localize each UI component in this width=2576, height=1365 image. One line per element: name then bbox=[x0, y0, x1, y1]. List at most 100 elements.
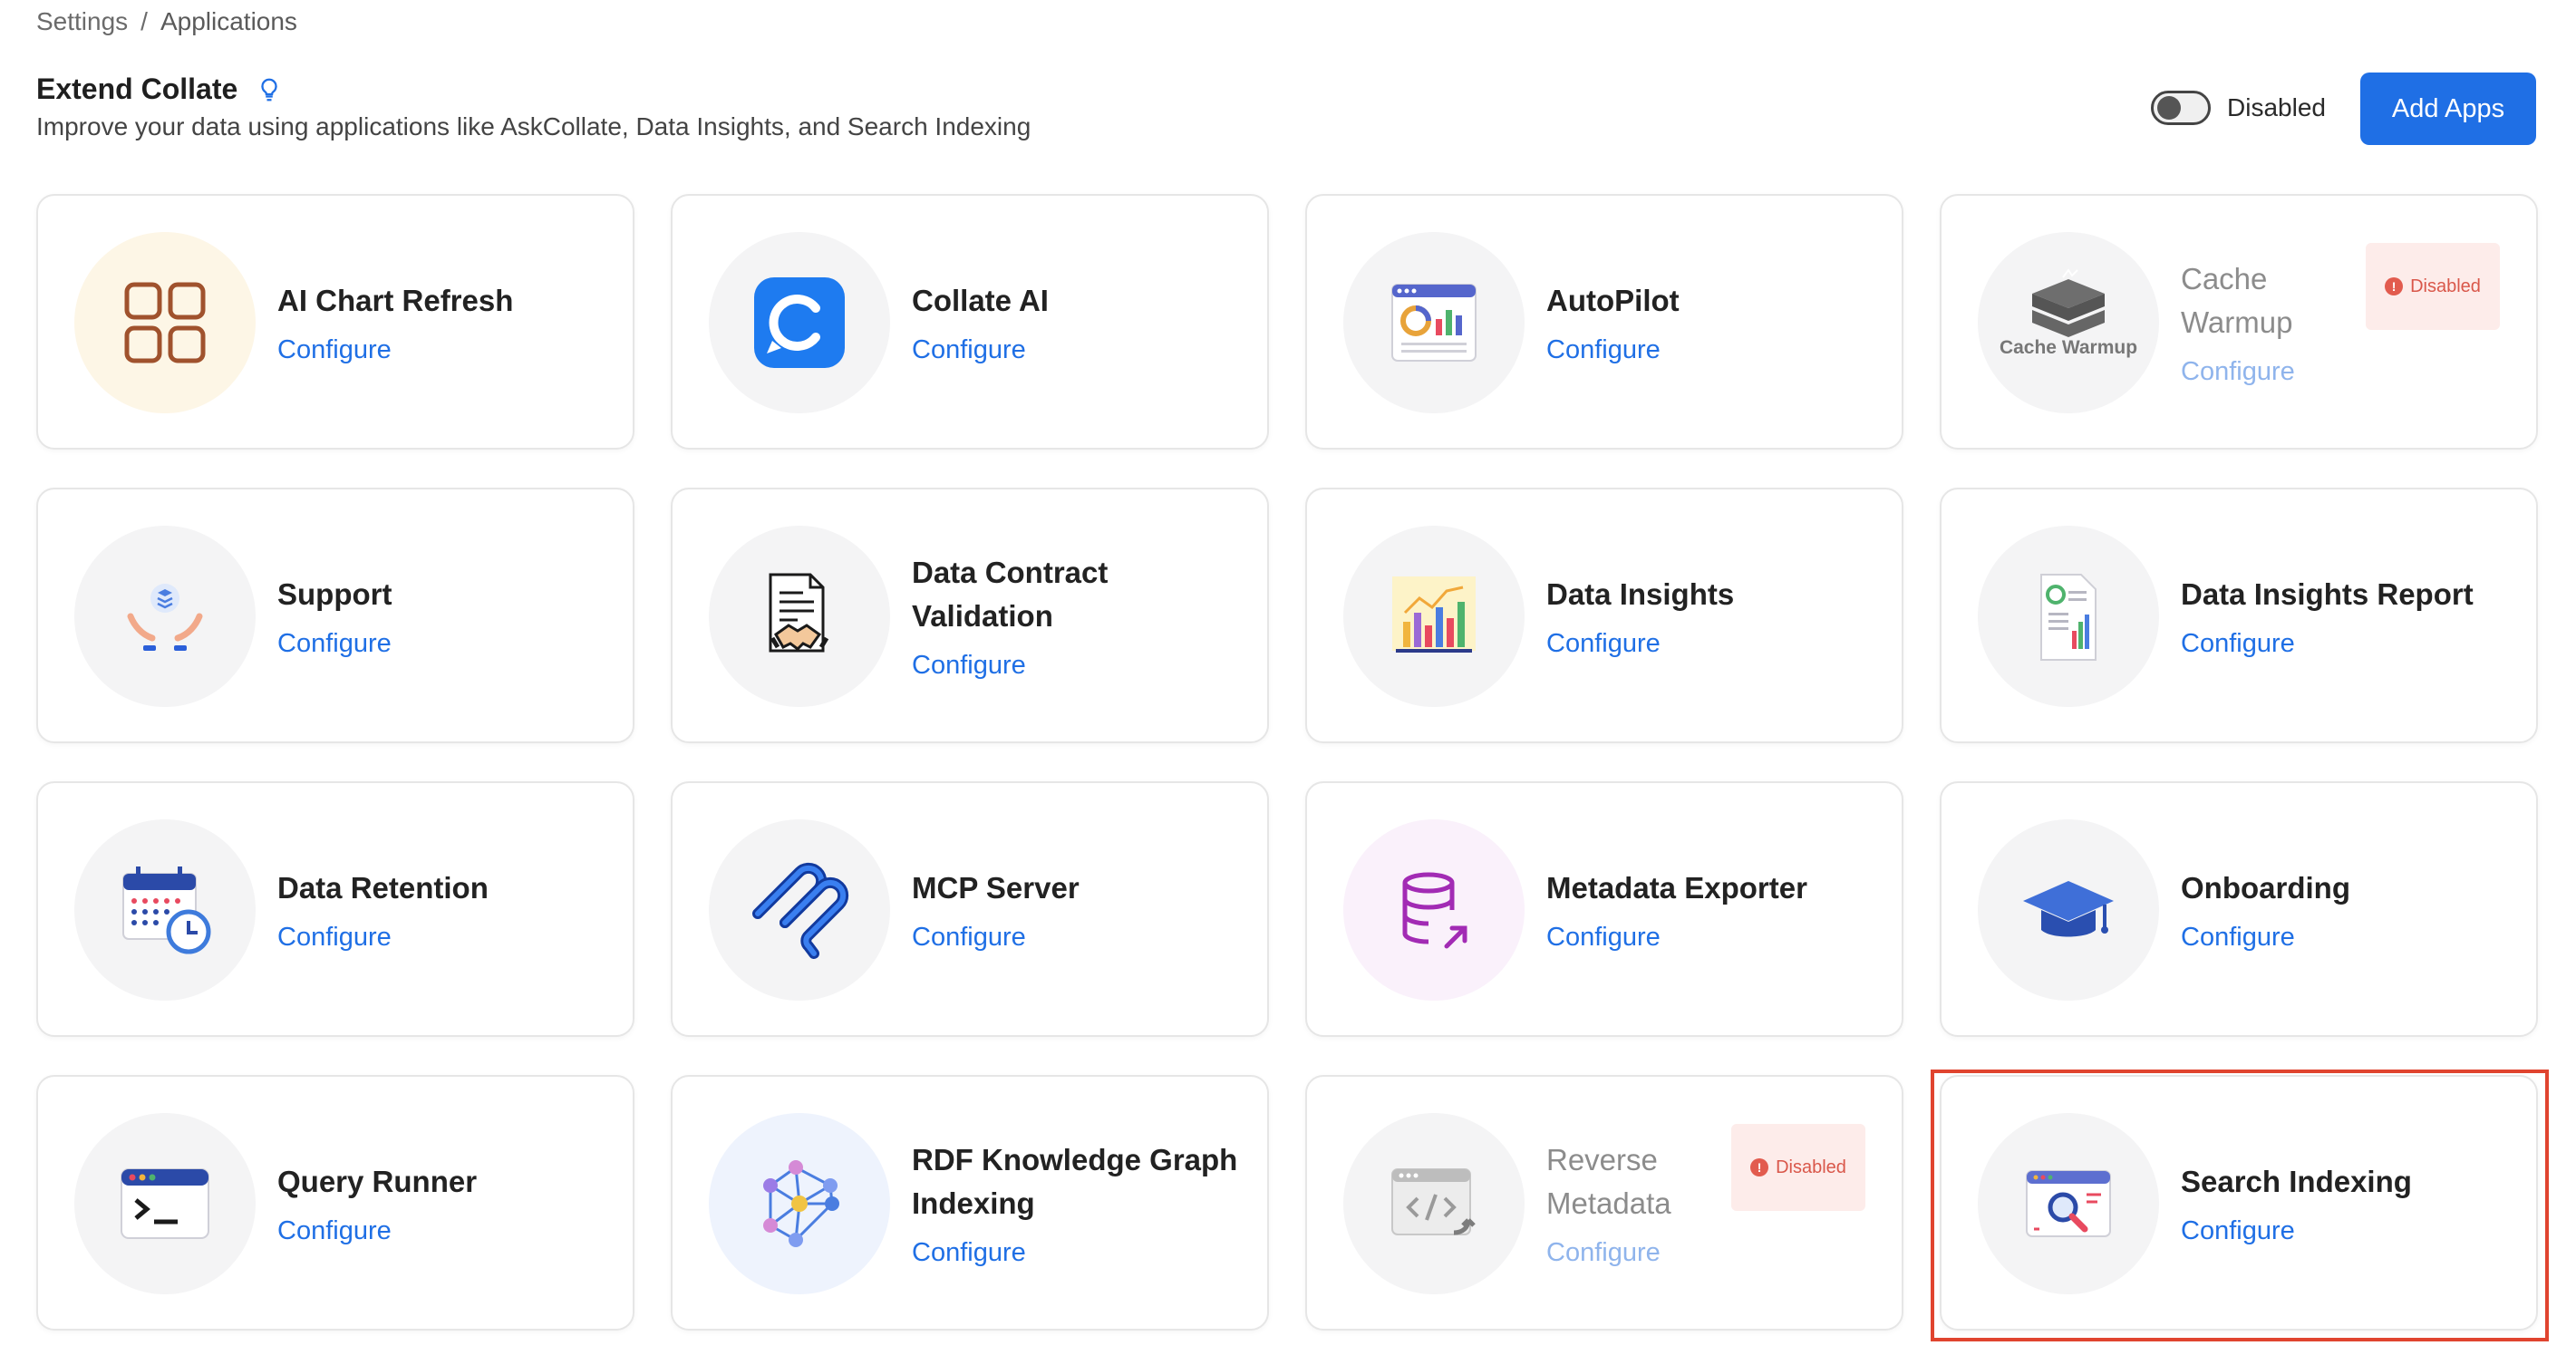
toggle-label: Disabled bbox=[2227, 93, 2326, 121]
app-name: Data Retention bbox=[277, 870, 489, 905]
badge-label: Disabled bbox=[1776, 1157, 1846, 1177]
app-name: AI Chart Refresh bbox=[277, 283, 514, 317]
configure-link[interactable]: Configure bbox=[2181, 357, 2355, 387]
app-icon-circle bbox=[74, 1113, 256, 1294]
app-card-mcp-server[interactable]: MCP Server Configure bbox=[671, 781, 1269, 1037]
card-body: RDF Knowledge Graph Indexing Configure bbox=[912, 1077, 1245, 1329]
configure-link[interactable]: Configure bbox=[2181, 923, 2514, 953]
app-icon-circle bbox=[1343, 526, 1525, 707]
app-card-query-runner[interactable]: Query Runner Configure bbox=[36, 1075, 634, 1331]
app-icon-circle bbox=[74, 819, 256, 1001]
grid-icon bbox=[124, 282, 206, 363]
card-body: AI Chart Refresh Configure bbox=[277, 196, 611, 448]
configure-link[interactable]: Configure bbox=[1546, 923, 1880, 953]
app-icon-circle bbox=[1343, 819, 1525, 1001]
app-card-cache-warmup[interactable]: Cache Warmup Cache Warmup Configure ! Di… bbox=[1940, 194, 2538, 450]
card-body: Data Contract Validation Configure bbox=[912, 489, 1245, 741]
badge-label: Disabled bbox=[2410, 276, 2481, 296]
app-icon-circle bbox=[1978, 1113, 2159, 1294]
page-title: Extend Collate bbox=[36, 73, 283, 106]
app-icon-circle bbox=[1978, 526, 2159, 707]
card-body: Query Runner Configure bbox=[277, 1077, 611, 1329]
card-body: Onboarding Configure bbox=[2181, 783, 2514, 1035]
apps-grid: AI Chart Refresh Configure Collate AI Co… bbox=[36, 194, 2549, 1341]
support-hands-icon bbox=[127, 584, 203, 651]
alert-icon: ! bbox=[1750, 1158, 1769, 1176]
app-name: Cache Warmup bbox=[2181, 261, 2293, 339]
toggle-knob bbox=[2157, 96, 2182, 120]
app-card-data-retention[interactable]: Data Retention Configure bbox=[36, 781, 634, 1037]
card-body: Reverse Metadata Configure bbox=[1546, 1077, 1720, 1329]
app-card-autopilot[interactable]: AutoPilot Configure bbox=[1305, 194, 1903, 450]
configure-link[interactable]: Configure bbox=[912, 1238, 1245, 1268]
app-name: Onboarding bbox=[2181, 870, 2350, 905]
configure-link[interactable]: Configure bbox=[277, 629, 611, 659]
app-icon-circle bbox=[74, 232, 256, 413]
card-body: Metadata Exporter Configure bbox=[1546, 783, 1880, 1035]
lightbulb-icon[interactable] bbox=[256, 76, 283, 103]
disabled-badge: ! Disabled bbox=[2366, 243, 2500, 330]
app-name: Metadata Exporter bbox=[1546, 870, 1807, 905]
apps-toggle-group: Disabled bbox=[2151, 91, 2326, 125]
breadcrumb-separator: / bbox=[140, 7, 148, 35]
add-apps-button[interactable]: Add Apps bbox=[2360, 73, 2536, 145]
database-export-icon bbox=[1402, 872, 1467, 949]
app-card-rdf-knowledge-graph-indexing[interactable]: RDF Knowledge Graph Indexing Configure bbox=[671, 1075, 1269, 1331]
app-icon-circle bbox=[1343, 232, 1525, 413]
configure-link[interactable]: Configure bbox=[277, 923, 611, 953]
code-window-icon bbox=[1391, 1168, 1476, 1235]
configure-link[interactable]: Configure bbox=[2181, 629, 2514, 659]
app-card-support[interactable]: Support Configure bbox=[36, 488, 634, 743]
search-window-icon bbox=[2026, 1170, 2111, 1237]
app-name: Data Insights bbox=[1546, 576, 1735, 611]
app-name: Support bbox=[277, 576, 392, 611]
app-card-search-indexing[interactable]: Search Indexing Configure bbox=[1931, 1070, 2549, 1341]
breadcrumb: Settings / Applications bbox=[36, 7, 297, 36]
app-name: AutoPilot bbox=[1546, 283, 1680, 317]
card-body: Support Configure bbox=[277, 489, 611, 741]
page-title-text: Extend Collate bbox=[36, 73, 238, 105]
configure-link[interactable]: Configure bbox=[1546, 1238, 1720, 1268]
configure-link[interactable]: Configure bbox=[912, 923, 1245, 953]
app-name: Data Contract Validation bbox=[912, 555, 1109, 633]
app-card-collate-ai[interactable]: Collate AI Configure bbox=[671, 194, 1269, 450]
app-name: MCP Server bbox=[912, 870, 1080, 905]
report-icon bbox=[2040, 574, 2097, 661]
app-icon-circle bbox=[709, 232, 890, 413]
card-body: AutoPilot Configure bbox=[1546, 196, 1880, 448]
app-card-data-insights[interactable]: Data Insights Configure bbox=[1305, 488, 1903, 743]
app-icon-circle bbox=[1978, 819, 2159, 1001]
configure-link[interactable]: Configure bbox=[2181, 1216, 2514, 1246]
configure-link[interactable]: Configure bbox=[912, 651, 1245, 681]
app-card-reverse-metadata[interactable]: Reverse Metadata Configure ! Disabled bbox=[1305, 1075, 1903, 1331]
breadcrumb-settings[interactable]: Settings bbox=[36, 7, 128, 36]
configure-link[interactable]: Configure bbox=[277, 1216, 611, 1246]
app-name: Search Indexing bbox=[2181, 1164, 2412, 1198]
app-card-data-contract-validation[interactable]: Data Contract Validation Configure bbox=[671, 488, 1269, 743]
configure-link[interactable]: Configure bbox=[277, 335, 611, 365]
apps-toggle[interactable] bbox=[2151, 91, 2212, 125]
app-icon-circle bbox=[1343, 1113, 1525, 1294]
app-card-onboarding[interactable]: Onboarding Configure bbox=[1940, 781, 2538, 1037]
configure-link[interactable]: Configure bbox=[1546, 335, 1880, 365]
cache-warmup-icon-label: Cache Warmup bbox=[1999, 337, 2138, 358]
app-card-ai-chart-refresh[interactable]: AI Chart Refresh Configure bbox=[36, 194, 634, 450]
app-name: Query Runner bbox=[277, 1164, 478, 1198]
mcp-icon bbox=[752, 862, 849, 959]
breadcrumb-applications: Applications bbox=[160, 7, 297, 35]
card-body: Collate AI Configure bbox=[912, 196, 1245, 448]
alert-icon: ! bbox=[2385, 277, 2404, 295]
app-icon-circle bbox=[709, 1113, 890, 1294]
app-card-metadata-exporter[interactable]: Metadata Exporter Configure bbox=[1305, 781, 1903, 1037]
app-card-data-insights-report[interactable]: Data Insights Report Configure bbox=[1940, 488, 2538, 743]
bar-chart-icon bbox=[1392, 576, 1476, 653]
configure-link[interactable]: Configure bbox=[1546, 629, 1880, 659]
app-icon-circle bbox=[709, 526, 890, 707]
page-subtitle: Improve your data using applications lik… bbox=[36, 112, 1031, 140]
app-icon-circle bbox=[709, 819, 890, 1001]
app-name: Data Insights Report bbox=[2181, 576, 2474, 611]
configure-link[interactable]: Configure bbox=[912, 335, 1245, 365]
card-body: MCP Server Configure bbox=[912, 783, 1245, 1035]
app-icon-circle bbox=[74, 526, 256, 707]
dashboard-icon bbox=[1391, 284, 1477, 362]
